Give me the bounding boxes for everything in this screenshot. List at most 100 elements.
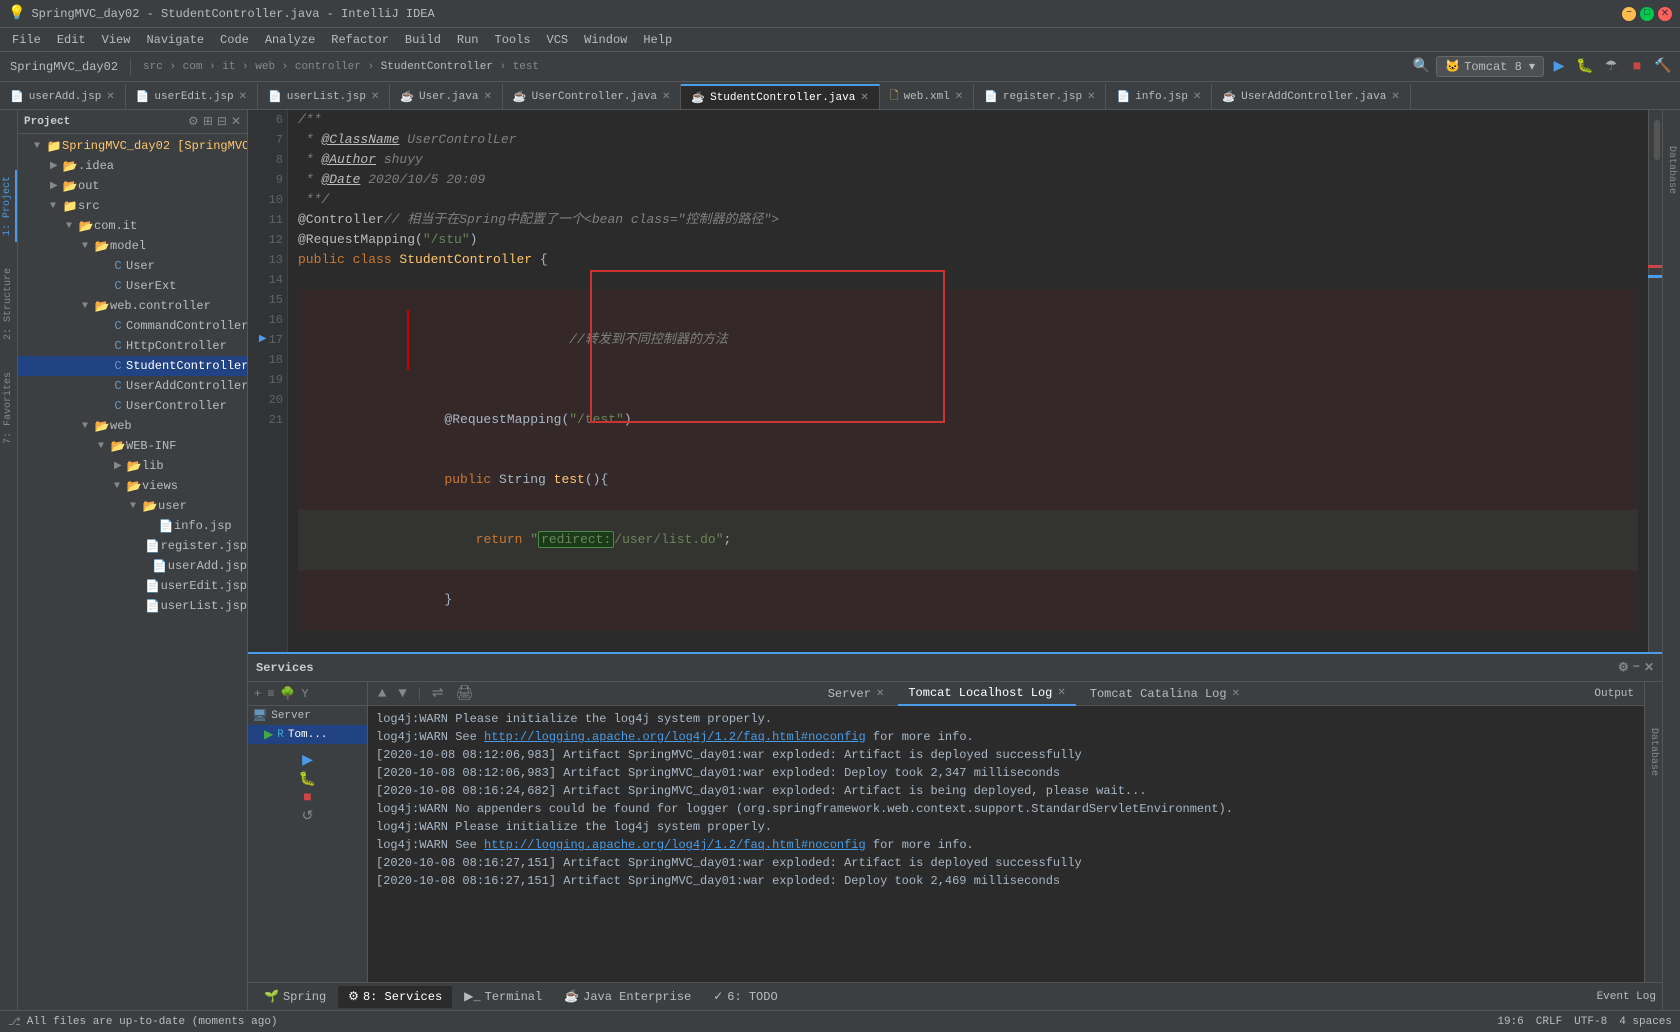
tab-useradd-jsp[interactable]: 📄 userAdd.jsp ✕ <box>0 84 126 109</box>
panel-settings-icon[interactable]: ⚙ <box>188 114 199 129</box>
tree-item-user-folder[interactable]: ▼ 📂 user <box>18 496 247 516</box>
menu-refactor[interactable]: Refactor <box>323 31 397 49</box>
menu-navigate[interactable]: Navigate <box>138 31 212 49</box>
tab-user-java[interactable]: ☕ User.java ✕ <box>390 84 503 109</box>
output-log-content[interactable]: log4j:WARN Please initialize the log4j s… <box>368 706 1644 982</box>
menu-code[interactable]: Code <box>212 31 257 49</box>
line-ending[interactable]: CRLF <box>1536 1016 1562 1028</box>
log-link-1[interactable]: http://logging.apache.org/log4j/1.2/faq.… <box>484 730 866 744</box>
tab-userlist-jsp[interactable]: 📄 userList.jsp ✕ <box>258 84 390 109</box>
server-tab[interactable]: Server ✕ <box>818 682 895 706</box>
tree-item-user-java[interactable]: C User <box>18 256 247 276</box>
tree-item-httpcontroller[interactable]: C HttpController <box>18 336 247 356</box>
menu-help[interactable]: Help <box>635 31 680 49</box>
menu-edit[interactable]: Edit <box>49 31 94 49</box>
server-tab-close[interactable]: ✕ <box>876 688 884 700</box>
services-minimize-icon[interactable]: − <box>1633 660 1640 675</box>
database-sidebar-item[interactable]: Database <box>1664 140 1679 200</box>
menu-vcs[interactable]: VCS <box>539 31 577 49</box>
close-tab-useraddcontroller[interactable]: ✕ <box>1391 91 1399 103</box>
stop-button[interactable]: ■ <box>1626 56 1648 78</box>
panel-expand-icon[interactable]: ⊞ <box>203 114 213 129</box>
scrollbar-thumb[interactable] <box>1654 120 1660 160</box>
close-tab-info[interactable]: ✕ <box>1193 91 1201 103</box>
cursor-position[interactable]: 19:6 <box>1497 1016 1523 1028</box>
java-enterprise-tab[interactable]: ☕ Java Enterprise <box>554 986 701 1008</box>
tree-item-web[interactable]: ▼ 📂 web <box>18 416 247 436</box>
run-gutter-icon[interactable]: ▶ <box>259 330 267 350</box>
database-nav-item[interactable]: Database <box>1646 722 1661 782</box>
run-button[interactable]: ▶ <box>1548 56 1570 78</box>
close-tab-webxml[interactable]: ✕ <box>955 91 963 103</box>
tab-info-jsp[interactable]: 📄 info.jsp ✕ <box>1106 84 1212 109</box>
tree-item-usereditjsp[interactable]: 📄 userEdit.jsp <box>18 576 247 596</box>
svc-filter-button[interactable]: Y <box>299 685 310 703</box>
search-everywhere-button[interactable]: 🔍 <box>1410 56 1432 78</box>
tab-usercontroller-java[interactable]: ☕ UserController.java ✕ <box>503 84 682 109</box>
close-tab-userlist[interactable]: ✕ <box>371 91 379 103</box>
services-close-icon[interactable]: ✕ <box>1644 660 1654 675</box>
tomcat-run-config[interactable]: 🐱 Tomcat 8 ▾ <box>1436 56 1544 77</box>
menu-view[interactable]: View <box>94 31 139 49</box>
tab-studentcontroller-java[interactable]: ☕ StudentController.java ✕ <box>681 84 879 109</box>
menu-run[interactable]: Run <box>449 31 487 49</box>
log-link-2[interactable]: http://logging.apache.org/log4j/1.2/faq.… <box>484 838 866 852</box>
close-tab-useradd[interactable]: ✕ <box>106 91 114 103</box>
debug-button[interactable]: 🐛 <box>1574 56 1596 78</box>
svc-tree-button[interactable]: 🌳 <box>278 684 297 703</box>
terminal-tab[interactable]: ▶_ Terminal <box>454 986 552 1008</box>
tree-item-usercontroller[interactable]: C UserController <box>18 396 247 416</box>
tree-item-studentcontroller[interactable]: C StudentController <box>18 356 247 376</box>
tab-useraddcontroller-java[interactable]: ☕ UserAddController.java ✕ <box>1212 84 1410 109</box>
close-tab-studentcontroller[interactable]: ✕ <box>860 92 868 104</box>
panel-close-icon[interactable]: ✕ <box>231 114 241 129</box>
panel-nav-structure[interactable]: 2: Structure <box>1 262 16 346</box>
tree-item-webcontroller[interactable]: ▼ 📂 web.controller <box>18 296 247 316</box>
localhost-tab-close[interactable]: ✕ <box>1057 687 1065 699</box>
tree-item-idea[interactable]: ▶ 📂 .idea <box>18 156 247 176</box>
tree-item-webinf[interactable]: ▼ 📂 WEB-INF <box>18 436 247 456</box>
tomcat-catalina-tab[interactable]: Tomcat Catalina Log ✕ <box>1080 682 1250 706</box>
tree-item-infojsp[interactable]: 📄 info.jsp <box>18 516 247 536</box>
encoding[interactable]: UTF-8 <box>1574 1016 1607 1028</box>
menu-build[interactable]: Build <box>397 31 449 49</box>
tree-item-registerjsp[interactable]: 📄 register.jsp <box>18 536 247 556</box>
menu-tools[interactable]: Tools <box>487 31 539 49</box>
svc-item-tomcat[interactable]: ▶ R Tom... <box>248 725 367 744</box>
debug-ctrl-btn[interactable]: 🐛 <box>299 771 316 788</box>
services-tool-tab[interactable]: ⚙ 8: Services <box>338 986 452 1008</box>
tree-item-userext-java[interactable]: C UserExt <box>18 276 247 296</box>
indent-settings[interactable]: 4 spaces <box>1619 1016 1672 1028</box>
services-settings-icon[interactable]: ⚙ <box>1618 660 1629 675</box>
code-editor-content[interactable]: /** * @ClassName UserControlLer * @Autho… <box>288 110 1648 652</box>
editor-scrollbar[interactable] <box>1648 110 1662 652</box>
spring-tab[interactable]: 🌱 Spring <box>254 986 336 1008</box>
svc-add-button[interactable]: + <box>252 685 263 703</box>
output-up-button[interactable]: ▲ <box>374 684 390 704</box>
event-log-button[interactable]: Event Log <box>1597 991 1656 1003</box>
maximize-button[interactable]: □ <box>1640 7 1654 21</box>
tab-useredit-jsp[interactable]: 📄 userEdit.jsp ✕ <box>126 84 258 109</box>
tree-item-useraddcontroller[interactable]: C UserAddController <box>18 376 247 396</box>
close-tab-usercontroller[interactable]: ✕ <box>662 91 670 103</box>
tree-item-userlistjsp[interactable]: 📄 userList.jsp <box>18 596 247 616</box>
close-button[interactable]: ✕ <box>1658 7 1672 21</box>
todo-tab[interactable]: ✓ 6: TODO <box>703 986 787 1008</box>
tree-item-comit[interactable]: ▼ 📂 com.it <box>18 216 247 236</box>
tab-webxml[interactable]: 🗋 web.xml ✕ <box>880 84 974 109</box>
menu-window[interactable]: Window <box>576 31 635 49</box>
restart-ctrl-btn[interactable]: ↺ <box>302 808 314 825</box>
tree-item-commandcontroller[interactable]: C CommandController <box>18 316 247 336</box>
run-with-coverage[interactable]: ☂ <box>1600 56 1622 78</box>
panel-nav-project[interactable]: 1: Project <box>0 170 17 242</box>
output-wrap-button[interactable]: ⇌ <box>428 683 448 704</box>
tomcat-localhost-tab[interactable]: Tomcat Localhost Log ✕ <box>898 682 1075 706</box>
minimize-button[interactable]: − <box>1622 7 1636 21</box>
menu-file[interactable]: File <box>4 31 49 49</box>
close-tab-user[interactable]: ✕ <box>483 91 491 103</box>
svc-item-server[interactable]: 🖥 Server <box>248 706 367 725</box>
panel-collapse-icon[interactable]: ⊟ <box>217 114 227 129</box>
tree-item-views[interactable]: ▼ 📂 views <box>18 476 247 496</box>
close-tab-useredit[interactable]: ✕ <box>239 91 247 103</box>
stop-ctrl-btn[interactable]: ■ <box>303 790 311 806</box>
